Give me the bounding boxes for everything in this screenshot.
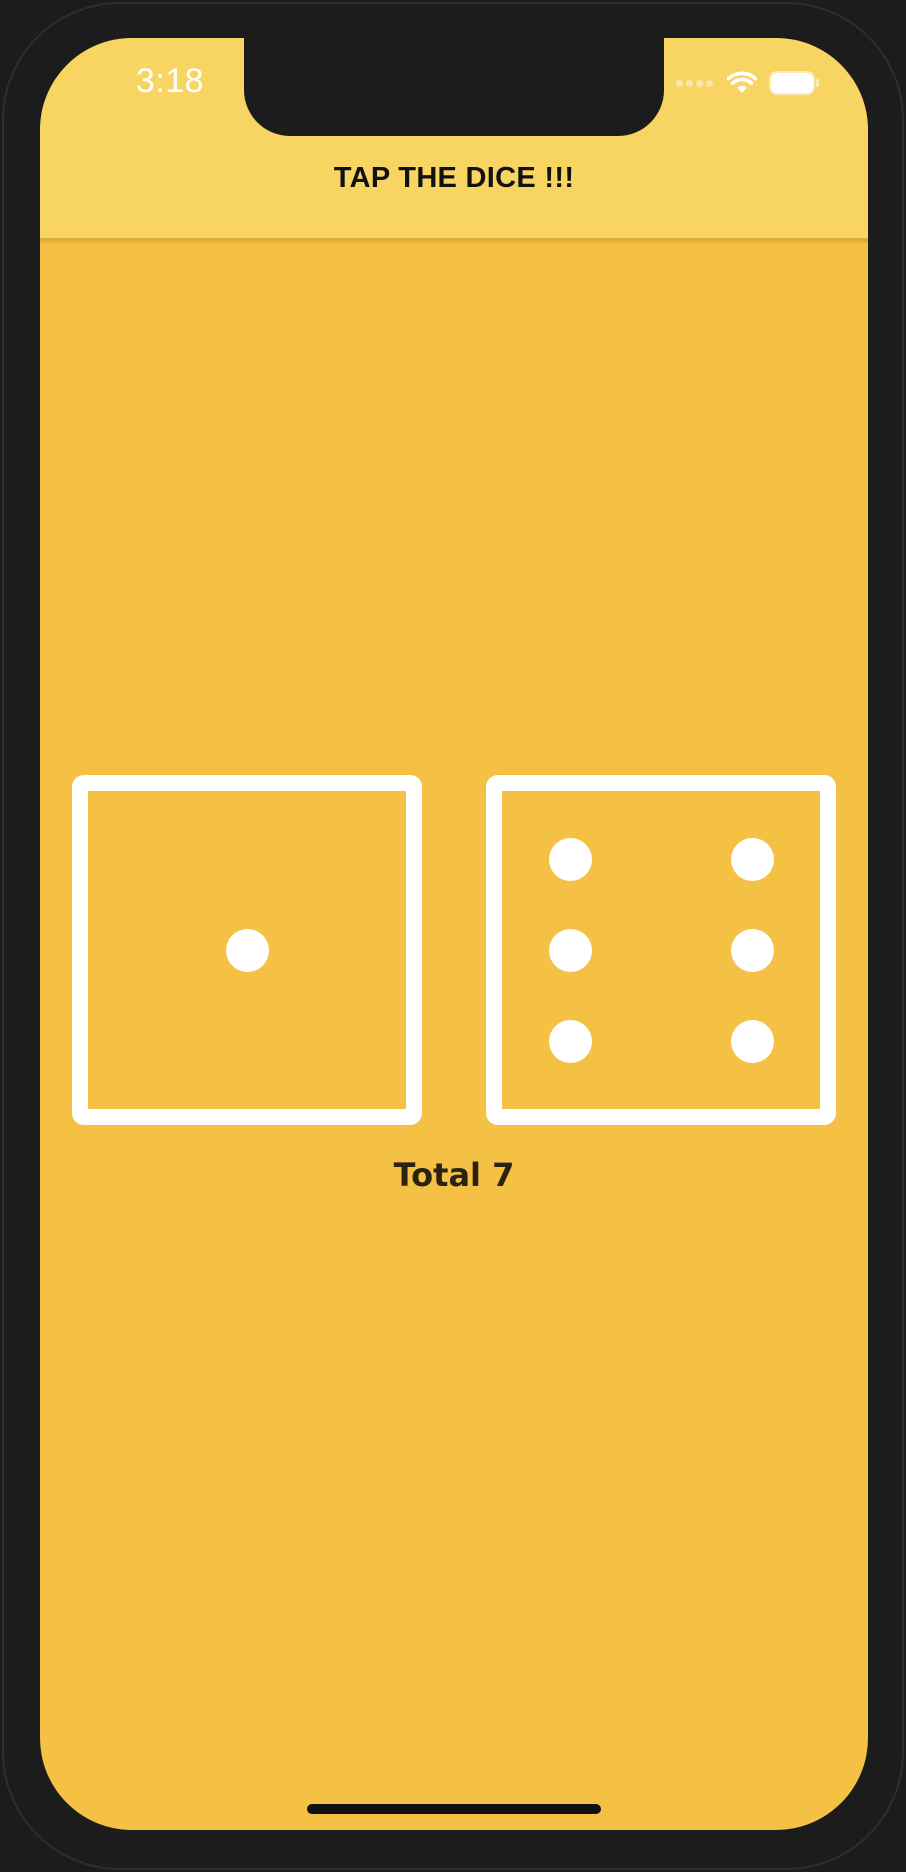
die-pip [730, 928, 774, 972]
die-pip [548, 1019, 592, 1063]
die-pip [730, 837, 774, 881]
die-pip [548, 837, 592, 881]
die-pip [225, 928, 269, 972]
home-indicator[interactable] [307, 1804, 601, 1814]
die-right[interactable] [486, 775, 836, 1125]
cellular-signal-icon [676, 79, 713, 87]
page-title: TAP THE DICE !!! [333, 162, 575, 194]
status-icons [676, 68, 819, 98]
die-pip [548, 928, 592, 972]
device-frame: 3:18 TAP THE DICE !!! Total 7 [0, 0, 906, 1872]
wifi-icon [727, 71, 757, 93]
die-pip [730, 1019, 774, 1063]
app-screen: 3:18 TAP THE DICE !!! Total 7 [40, 38, 868, 1830]
status-time: 3:18 [135, 62, 205, 100]
navigation-bar: 3:18 TAP THE DICE !!! [40, 38, 868, 241]
device-notch [244, 38, 664, 136]
battery-icon [771, 73, 819, 93]
die-left[interactable] [72, 775, 422, 1125]
die-right-face [486, 775, 836, 1125]
total-label: Total 7 [393, 1156, 515, 1194]
